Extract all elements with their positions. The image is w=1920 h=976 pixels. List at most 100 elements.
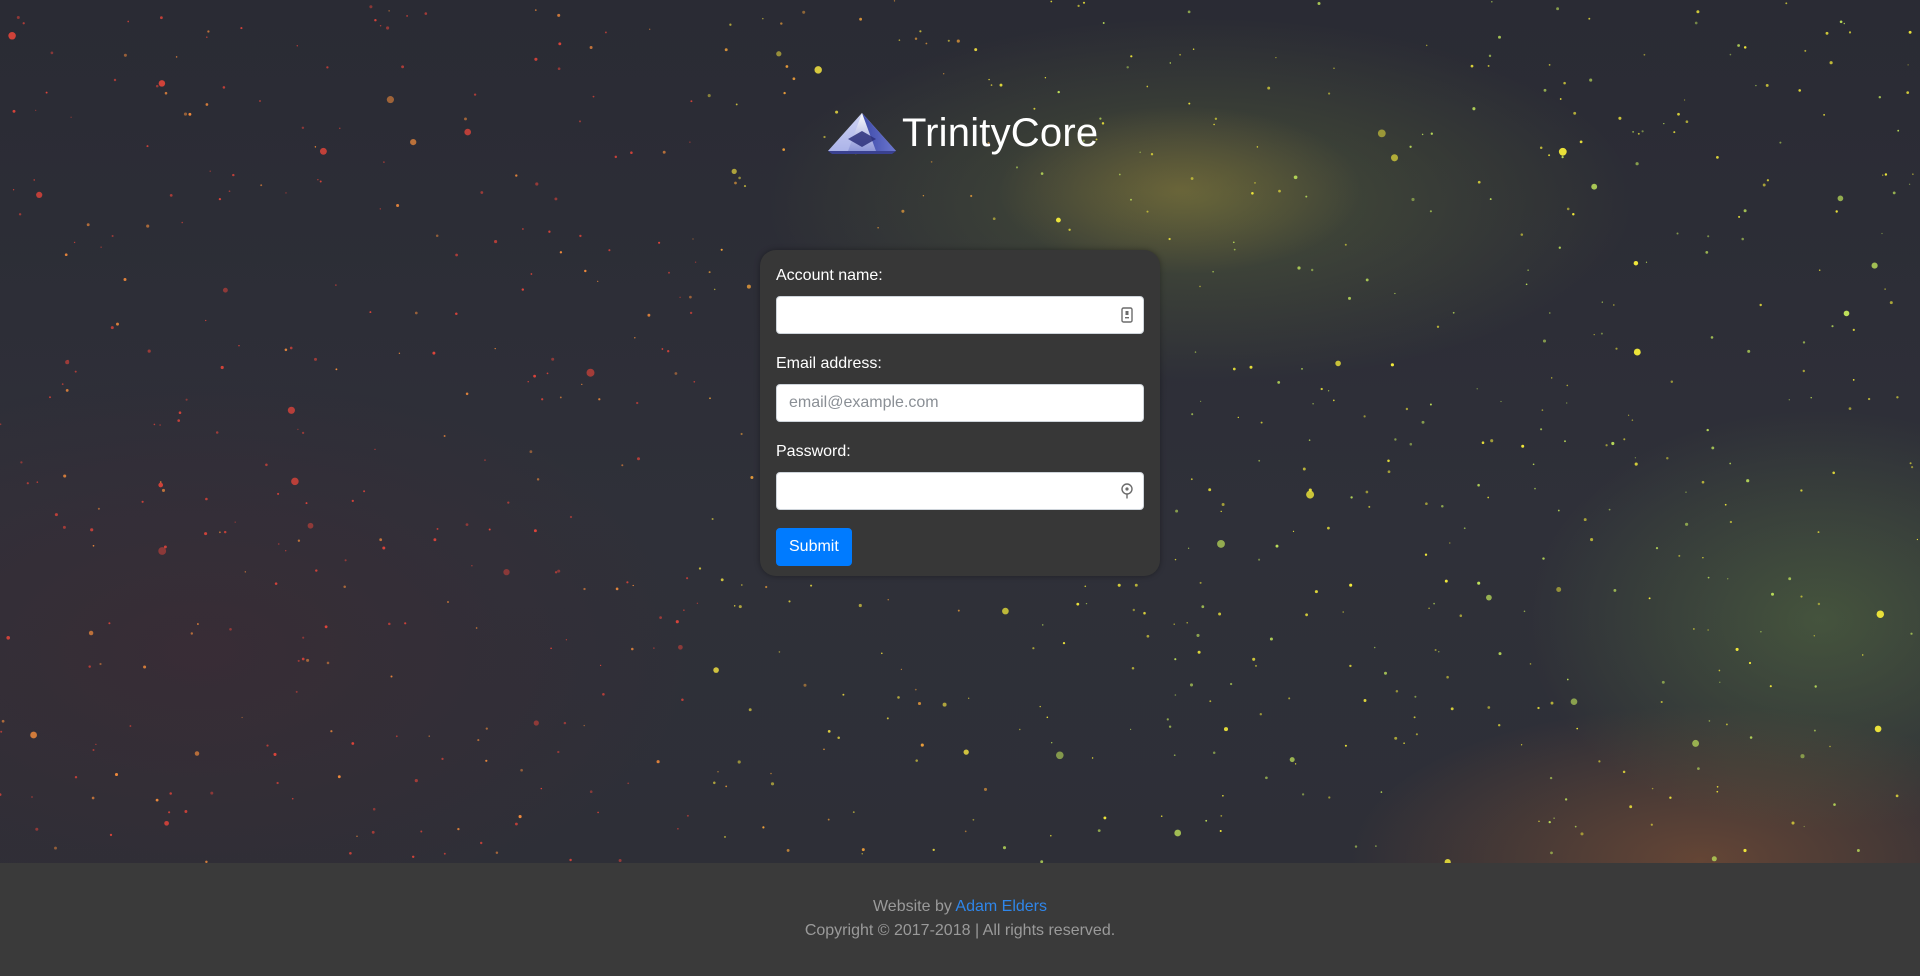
star — [1354, 845, 1358, 848]
star — [363, 490, 366, 493]
password-input[interactable] — [776, 472, 1144, 510]
star — [1791, 821, 1795, 825]
star — [557, 13, 561, 17]
star — [898, 39, 901, 41]
star — [1566, 678, 1569, 681]
star — [662, 150, 666, 154]
email-input[interactable] — [776, 384, 1144, 422]
star — [232, 173, 235, 177]
star — [597, 280, 599, 283]
star — [1884, 288, 1886, 290]
star — [1387, 459, 1390, 463]
star — [681, 698, 684, 702]
star — [1670, 380, 1674, 383]
star — [746, 284, 751, 289]
star — [485, 727, 488, 730]
star — [205, 497, 208, 501]
star — [1871, 262, 1878, 269]
star — [297, 428, 299, 431]
star — [627, 782, 630, 785]
star — [301, 657, 305, 661]
star — [1301, 793, 1305, 796]
star — [169, 792, 172, 795]
star — [435, 234, 439, 238]
star — [1305, 613, 1308, 617]
star — [209, 170, 211, 172]
star — [919, 30, 922, 33]
submit-button[interactable]: Submit — [776, 528, 852, 566]
star — [485, 759, 488, 762]
star — [164, 820, 169, 826]
star — [1525, 283, 1528, 286]
star — [319, 180, 322, 183]
star — [1237, 416, 1240, 419]
star — [1498, 652, 1502, 656]
star — [1409, 442, 1413, 446]
star — [1676, 232, 1679, 235]
star — [64, 253, 68, 257]
star — [1673, 131, 1676, 134]
star — [724, 835, 726, 838]
star — [160, 16, 163, 20]
star — [295, 690, 298, 693]
star — [859, 17, 862, 21]
author-link[interactable]: Adam Elders — [955, 898, 1047, 915]
account-name-input[interactable] — [776, 296, 1144, 334]
star — [932, 848, 935, 852]
star — [534, 57, 538, 61]
star — [436, 527, 439, 530]
star — [1500, 400, 1502, 403]
star — [1019, 728, 1021, 731]
star — [1103, 816, 1107, 820]
star — [1563, 81, 1566, 85]
star — [159, 424, 161, 426]
star — [1810, 396, 1812, 399]
star — [776, 51, 782, 57]
star — [615, 587, 619, 591]
star — [379, 538, 383, 542]
star — [1633, 260, 1639, 266]
star — [1470, 64, 1474, 68]
star — [1297, 266, 1301, 270]
star — [1217, 539, 1225, 548]
star — [428, 735, 430, 737]
star — [1002, 846, 1007, 850]
star — [1199, 581, 1202, 584]
star — [1738, 215, 1741, 218]
star — [1117, 583, 1121, 587]
star — [713, 781, 716, 785]
star — [1168, 237, 1171, 241]
star — [823, 748, 825, 751]
star — [785, 65, 789, 68]
star — [1600, 332, 1603, 335]
star — [1707, 235, 1710, 238]
star — [129, 725, 132, 727]
star — [369, 311, 372, 314]
star — [277, 492, 280, 495]
star — [1727, 578, 1729, 580]
star — [659, 616, 662, 619]
star — [988, 78, 990, 81]
star — [827, 818, 830, 821]
star — [1102, 22, 1105, 24]
star — [1415, 733, 1418, 736]
star — [743, 185, 747, 188]
star — [88, 630, 94, 636]
email-address-label: Email address: — [776, 355, 882, 372]
star — [1663, 122, 1665, 125]
star — [1328, 92, 1331, 95]
star — [802, 10, 806, 14]
star — [1556, 7, 1560, 11]
star — [424, 12, 428, 15]
star — [1365, 278, 1369, 282]
star — [339, 127, 341, 129]
star — [374, 448, 376, 451]
star — [1428, 607, 1430, 610]
star — [1258, 558, 1261, 561]
star — [410, 138, 417, 146]
star — [740, 432, 743, 436]
star — [1641, 130, 1644, 133]
star — [401, 65, 405, 69]
star — [1487, 64, 1490, 67]
star — [1222, 795, 1224, 797]
